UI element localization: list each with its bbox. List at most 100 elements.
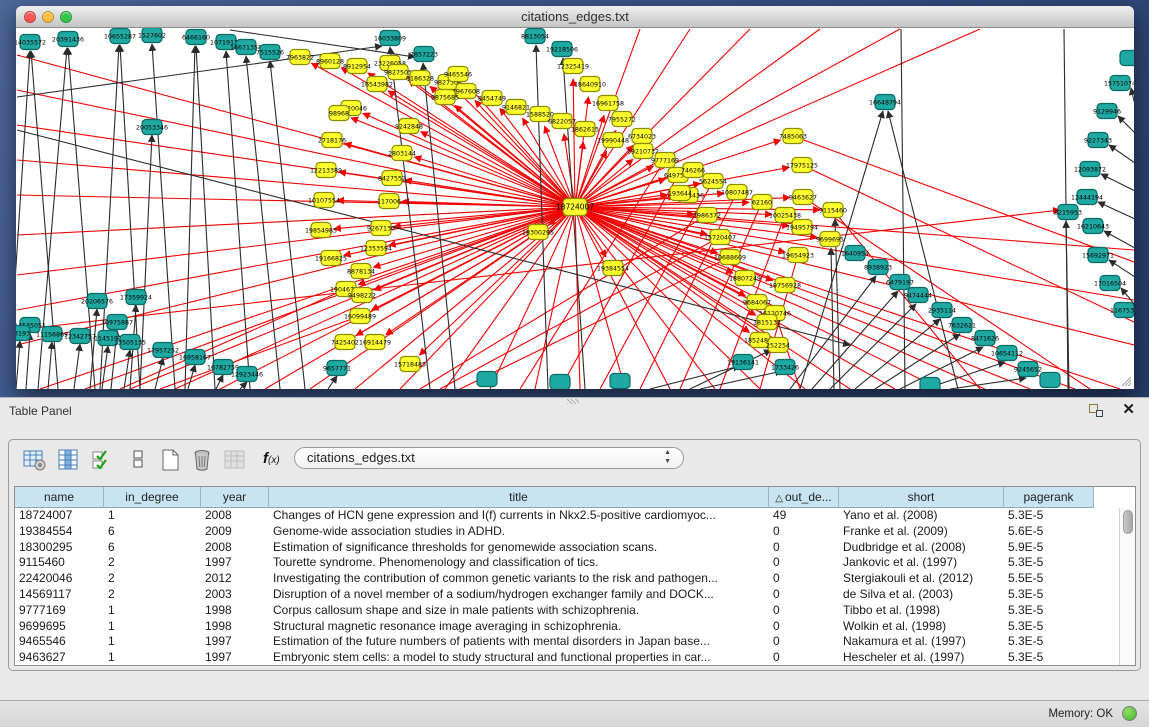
table-cell[interactable]: Corpus callosum shape and size in male p… xyxy=(269,603,769,619)
table-cell[interactable]: Yano et al. (2008) xyxy=(839,508,1004,524)
table-cell[interactable]: 49 xyxy=(769,508,839,524)
table-cell[interactable]: de Silva et al. (2003) xyxy=(839,587,1004,603)
table-row[interactable]: 1456911722003Disruption of a novel membe… xyxy=(15,587,1119,603)
table-cell[interactable]: 5.3E-5 xyxy=(1004,555,1094,571)
table-row[interactable]: 2242004622012Investigating the contribut… xyxy=(15,571,1119,587)
table-cell[interactable]: Genome-wide association studies in ADHD. xyxy=(269,524,769,540)
float-panel-icon[interactable] xyxy=(1089,404,1103,417)
table-cell[interactable]: 0 xyxy=(769,555,839,571)
table-cell[interactable]: 1 xyxy=(104,508,201,524)
table-cell[interactable]: 2003 xyxy=(201,587,269,603)
close-panel-icon[interactable]: ✕ xyxy=(1122,400,1135,418)
table-cell[interactable]: 1 xyxy=(104,603,201,619)
table-cell[interactable]: Nakamura et al. (1997) xyxy=(839,634,1004,650)
table-row[interactable]: 911546021997Tourette syndrome. Phenomeno… xyxy=(15,555,1119,571)
table-cell[interactable]: 2 xyxy=(104,571,201,587)
table-cell[interactable]: 0 xyxy=(769,603,839,619)
table-cell[interactable]: Franke et al. (2009) xyxy=(839,524,1004,540)
table-row[interactable]: 1938455462009Genome-wide association stu… xyxy=(15,524,1119,540)
table-cell[interactable]: 5.3E-5 xyxy=(1004,508,1094,524)
table-cell[interactable]: Estimation of the future numbers of pati… xyxy=(269,634,769,650)
graph-node-teal[interactable] xyxy=(477,372,497,387)
table-cell[interactable]: 0 xyxy=(769,634,839,650)
table-cell[interactable]: 5.3E-5 xyxy=(1004,587,1094,603)
scrollbar-thumb[interactable] xyxy=(1123,510,1133,534)
table-cell[interactable]: 18724007 xyxy=(15,508,104,524)
table-cell[interactable]: 2008 xyxy=(201,508,269,524)
table-cell[interactable]: 9699695 xyxy=(15,619,104,635)
table-cell[interactable]: 5.6E-5 xyxy=(1004,524,1094,540)
table-row[interactable]: 1872400712008Changes of HCN gene express… xyxy=(15,508,1119,524)
column-header-pagerank[interactable]: pagerank xyxy=(1004,487,1094,508)
table-cell[interactable]: Hescheler et al. (1997) xyxy=(839,650,1004,665)
table-cell[interactable]: 1998 xyxy=(201,619,269,635)
network-window-titlebar[interactable]: citations_edges.txt xyxy=(16,6,1134,28)
table-cell[interactable]: Dudbridge et al. (2008) xyxy=(839,540,1004,556)
table-cell[interactable]: 5.3E-5 xyxy=(1004,619,1094,635)
graph-node-teal[interactable] xyxy=(550,375,570,390)
table-cell[interactable]: 14569117 xyxy=(15,587,104,603)
memory-status-icon[interactable] xyxy=(1122,706,1137,721)
table-cell[interactable]: Changes of HCN gene expression and I(f) … xyxy=(269,508,769,524)
column-header-year[interactable]: year xyxy=(201,487,269,508)
table-cell[interactable]: 1 xyxy=(104,619,201,635)
new-column-icon[interactable] xyxy=(159,448,183,472)
table-cell[interactable]: 0 xyxy=(769,587,839,603)
table-row[interactable]: 969969511998Structural magnetic resonanc… xyxy=(15,619,1119,635)
table-cell[interactable]: 1997 xyxy=(201,555,269,571)
table-cell[interactable]: 9777169 xyxy=(15,603,104,619)
column-header-outde[interactable]: △out_de... xyxy=(769,487,839,508)
table-cell[interactable]: Disruption of a novel member of a sodium… xyxy=(269,587,769,603)
table-cell[interactable]: 1 xyxy=(104,634,201,650)
table-cell[interactable]: 2009 xyxy=(201,524,269,540)
table-cell[interactable]: 1997 xyxy=(201,634,269,650)
graph-node-teal[interactable] xyxy=(1120,51,1134,66)
table-row[interactable]: 977716911998Corpus callosum shape and si… xyxy=(15,603,1119,619)
table-cell[interactable]: 1998 xyxy=(201,603,269,619)
table-cell[interactable]: 5.3E-5 xyxy=(1004,650,1094,665)
splitter-handle[interactable] xyxy=(567,399,579,404)
table-cell[interactable]: 1997 xyxy=(201,650,269,665)
graph-node-teal[interactable] xyxy=(1040,373,1060,388)
table-cell[interactable]: 0 xyxy=(769,571,839,587)
table-cell[interactable]: Tourette syndrome. Phenomenology and cla… xyxy=(269,555,769,571)
table-cell[interactable]: 0 xyxy=(769,619,839,635)
table-cell[interactable]: Tibbo et al. (1998) xyxy=(839,603,1004,619)
table-row[interactable]: 946554611997Estimation of the future num… xyxy=(15,634,1119,650)
table-cell[interactable]: 1 xyxy=(104,650,201,665)
table-cell[interactable]: 2012 xyxy=(201,571,269,587)
table-cell[interactable]: 2 xyxy=(104,555,201,571)
vertical-scrollbar[interactable] xyxy=(1119,508,1135,665)
table-cell[interactable]: 0 xyxy=(769,540,839,556)
table-row[interactable]: 1830029562008Estimation of significance … xyxy=(15,540,1119,556)
table-cell[interactable]: 9115460 xyxy=(15,555,104,571)
delete-trash-icon[interactable] xyxy=(191,448,215,472)
table-selector-dropdown[interactable]: citations_edges.txt ▲▼ xyxy=(294,447,684,469)
table-cell[interactable]: Estimation of significance thresholds fo… xyxy=(269,540,769,556)
network-graph-canvas[interactable]: 1872400718300295193845547963822896012889… xyxy=(16,28,1134,389)
column-header-title[interactable]: title xyxy=(269,487,769,508)
select-rows-icon[interactable] xyxy=(91,448,115,472)
table-cell[interactable]: 6 xyxy=(104,540,201,556)
graph-node-teal[interactable] xyxy=(920,378,940,390)
table-cell[interactable]: 5.3E-5 xyxy=(1004,603,1094,619)
table-row[interactable]: 946362711997Embryonic stem cells: a mode… xyxy=(15,650,1119,665)
row-height-icon[interactable] xyxy=(127,448,151,472)
table-cell[interactable]: Structural magnetic resonance image aver… xyxy=(269,619,769,635)
column-header-indegree[interactable]: in_degree xyxy=(104,487,201,508)
function-icon[interactable]: f(x) xyxy=(263,450,287,474)
table-cell[interactable]: 5.9E-5 xyxy=(1004,540,1094,556)
table-cell[interactable]: 0 xyxy=(769,524,839,540)
table-cell[interactable]: 9463627 xyxy=(15,650,104,665)
table-cell[interactable]: 2008 xyxy=(201,540,269,556)
table-cell[interactable]: Embryonic stem cells: a model to study s… xyxy=(269,650,769,665)
table-settings-icon[interactable] xyxy=(23,448,47,472)
network-window[interactable]: citations_edges.txt 18724007183002951938… xyxy=(16,6,1134,389)
table-cell[interactable]: 18300295 xyxy=(15,540,104,556)
table-cell[interactable]: 5.3E-5 xyxy=(1004,634,1094,650)
show-columns-icon[interactable] xyxy=(57,448,81,472)
table-cell[interactable]: 22420046 xyxy=(15,571,104,587)
table-cell[interactable]: 9465546 xyxy=(15,634,104,650)
table-cell[interactable]: Stergiakouli et al. (2012) xyxy=(839,571,1004,587)
graph-node-teal[interactable] xyxy=(610,374,630,389)
